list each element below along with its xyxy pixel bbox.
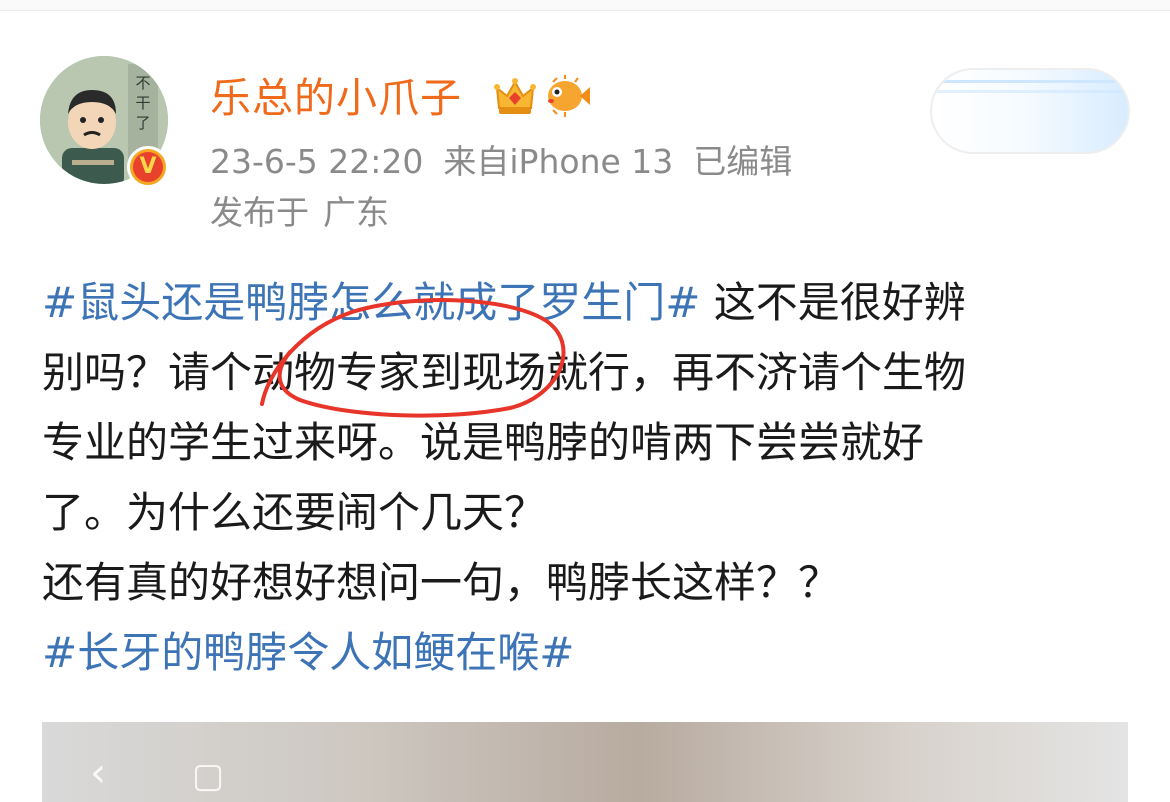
avatar-banner-char-2: 干 [135, 94, 150, 112]
post-line: 别吗？请个动物专家到现场就行，再不济请个生物 [42, 338, 1142, 408]
follow-button-highlight [932, 80, 1128, 83]
hashtag-link[interactable]: #长牙的鸭脖令人如鲠在喉# [42, 628, 574, 677]
post-line: 专业的学生过来呀。说是鸭脖的啃两下尝尝就好 [42, 408, 1142, 478]
location-prefix: 发布于 [210, 193, 309, 232]
location-value: 广东 [323, 193, 389, 232]
crown-membership-icon[interactable] [493, 74, 537, 118]
follow-button[interactable] [930, 68, 1130, 154]
pufferfish-badge-icon[interactable] [543, 74, 591, 118]
verified-badge-icon: V [127, 146, 169, 188]
post-media-image[interactable]: ‹ ▢ [42, 722, 1128, 802]
post-text: 这不是很好辨 [700, 278, 966, 327]
post-line: #长牙的鸭脖令人如鲠在喉# [42, 618, 1142, 688]
avatar-banner-char-1: 不 [135, 74, 150, 92]
post-line: 了。为什么还要闹个几天？ [42, 478, 1142, 548]
frame-icon: ▢ [192, 756, 225, 796]
follow-button-highlight [932, 90, 1128, 93]
back-arrow-icon: ‹ [90, 750, 106, 796]
verified-mark: V [133, 152, 163, 182]
post-edited-label[interactable]: 已编辑 [693, 142, 792, 181]
post-source[interactable]: 来自iPhone 13 [443, 142, 673, 181]
post-text: 了。为什么还要闹个几天？ [42, 488, 547, 537]
post-line: #鼠头还是鸭脖怎么就成了罗生门# 这不是很好辨 [42, 268, 1142, 338]
avatar-banner-char-3: 了 [135, 114, 150, 132]
post-text: 别吗？请个动物专家到现场就行，再不济请个生物 [42, 348, 967, 397]
post-timestamp: 23-6-5 22:20 [210, 142, 424, 181]
hashtag-link[interactable]: #鼠头还是鸭脖怎么就成了罗生门# [42, 278, 700, 327]
post-text: 专业的学生过来呀。说是鸭脖的啃两下尝尝就好 [42, 418, 925, 467]
post-text: 还有真的好想好想问一句，鸭脖长这样？？ [42, 558, 841, 607]
post-body: #鼠头还是鸭脖怎么就成了罗生门# 这不是很好辨 别吗？请个动物专家到现场就行，再… [42, 268, 1142, 688]
author-name[interactable]: 乐总的小爪子 [210, 72, 462, 124]
post-meta: 23-6-5 22:20 来自iPhone 13 已编辑 [210, 139, 812, 185]
post-line: 还有真的好想好想问一句，鸭脖长这样？？ [42, 548, 1142, 618]
top-divider [0, 0, 1170, 11]
post-location: 发布于 广东 [210, 190, 389, 236]
